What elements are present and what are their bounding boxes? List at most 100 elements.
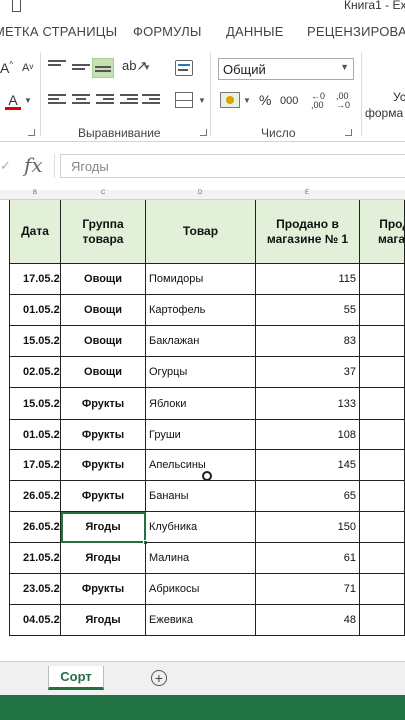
- decrease-font-icon[interactable]: Av: [22, 62, 33, 74]
- cell-date[interactable]: 26.05.25: [10, 481, 61, 512]
- align-top-icon[interactable]: [48, 60, 66, 74]
- cell-group[interactable]: Фрукты: [61, 450, 146, 481]
- cell-sold-store-1[interactable]: 65: [256, 481, 360, 512]
- wrap-text-icon[interactable]: [175, 60, 193, 76]
- merge-dropdown-icon[interactable]: ▼: [198, 96, 206, 105]
- header-date[interactable]: Дата: [10, 200, 61, 264]
- cell-date[interactable]: 17.05.25: [10, 264, 61, 295]
- cell-date[interactable]: 01.05.25: [10, 420, 61, 450]
- cell-date[interactable]: 01.05.25: [10, 295, 61, 326]
- cell-item[interactable]: Апельсины: [146, 450, 256, 481]
- cell-item[interactable]: Огурцы: [146, 357, 256, 388]
- cell-group[interactable]: Ягоды: [61, 512, 146, 543]
- alignment-dialog-launcher-icon[interactable]: [200, 129, 207, 136]
- font-color-icon[interactable]: A: [5, 92, 21, 110]
- cell-item[interactable]: Бананы: [146, 481, 256, 512]
- cell-item[interactable]: Малина: [146, 543, 256, 574]
- font-dialog-launcher-icon[interactable]: [28, 129, 35, 136]
- cell-item[interactable]: Клубника: [146, 512, 256, 543]
- column-a-cells[interactable]: [0, 200, 10, 636]
- cell-sold-store-2[interactable]: [360, 326, 405, 357]
- cell-item[interactable]: Помидоры: [146, 264, 256, 295]
- cell-item[interactable]: Баклажан: [146, 326, 256, 357]
- cell-item[interactable]: Яблоки: [146, 388, 256, 420]
- cell-date[interactable]: 21.05.25: [10, 543, 61, 574]
- conditional-format-label-2[interactable]: форма: [365, 106, 403, 120]
- cell-sold-store-2[interactable]: [360, 605, 405, 636]
- decrease-decimal-icon[interactable]: ,00 →0: [336, 92, 350, 110]
- cell-sold-store-1[interactable]: 37: [256, 357, 360, 388]
- cell-sold-store-1[interactable]: 55: [256, 295, 360, 326]
- cell-date[interactable]: 04.05.25: [10, 605, 61, 636]
- cell-item[interactable]: Ежевика: [146, 605, 256, 636]
- cell-sold-store-2[interactable]: [360, 481, 405, 512]
- cell-sold-store-2[interactable]: [360, 543, 405, 574]
- cell-sold-store-2[interactable]: [360, 264, 405, 295]
- cell-sold-store-1[interactable]: 61: [256, 543, 360, 574]
- cell-date[interactable]: 26.05.25: [10, 512, 61, 543]
- cell-sold-store-2[interactable]: [360, 388, 405, 420]
- align-middle-icon[interactable]: [72, 60, 90, 74]
- cell-item[interactable]: Картофель: [146, 295, 256, 326]
- cell-sold-store-2[interactable]: [360, 512, 405, 543]
- column-header-c[interactable]: C: [61, 190, 146, 200]
- conditional-format-label-1[interactable]: Усл: [393, 90, 405, 104]
- cell-sold-store-1[interactable]: 108: [256, 420, 360, 450]
- cell-group[interactable]: Фрукты: [61, 481, 146, 512]
- tab-data[interactable]: ДАННЫЕ: [226, 24, 284, 39]
- cell-sold-store-1[interactable]: 83: [256, 326, 360, 357]
- cell-sold-store-1[interactable]: 71: [256, 574, 360, 605]
- cell-sold-store-1[interactable]: 115: [256, 264, 360, 295]
- cell-sold-store-2[interactable]: [360, 357, 405, 388]
- accounting-dropdown-icon[interactable]: ▼: [243, 96, 251, 105]
- cell-date[interactable]: 17.05.25: [10, 450, 61, 481]
- increase-decimal-icon[interactable]: ←0,00: [311, 92, 325, 110]
- number-format-select[interactable]: Общий ▼: [218, 58, 354, 80]
- tab-page-layout[interactable]: МЕТКА СТРАНИЦЫ: [0, 24, 117, 39]
- cell-group[interactable]: Фрукты: [61, 574, 146, 605]
- cell-item[interactable]: Груши: [146, 420, 256, 450]
- header-sold-store-2[interactable]: Прод магаз: [360, 200, 405, 264]
- tab-review[interactable]: РЕЦЕНЗИРОВАН: [307, 24, 405, 39]
- increase-indent-icon[interactable]: [142, 94, 160, 108]
- comma-style-button[interactable]: 000: [280, 95, 298, 107]
- header-group[interactable]: Группа товара: [61, 200, 146, 264]
- cell-sold-store-1[interactable]: 133: [256, 388, 360, 420]
- column-header-b[interactable]: B: [10, 190, 61, 200]
- decrease-indent-icon[interactable]: [120, 94, 138, 108]
- cell-sold-store-2[interactable]: [360, 574, 405, 605]
- cell-date[interactable]: 15.05.25: [10, 326, 61, 357]
- align-right-icon[interactable]: [96, 94, 114, 108]
- merge-center-icon[interactable]: [175, 92, 193, 108]
- column-header-e[interactable]: E: [256, 190, 360, 200]
- sheet-tab-active[interactable]: Сорт: [48, 666, 104, 690]
- font-color-dropdown-icon[interactable]: ▼: [24, 96, 32, 105]
- header-sold-store-1[interactable]: Продано в магазине № 1: [256, 200, 360, 264]
- cell-group[interactable]: Ягоды: [61, 543, 146, 574]
- cell-group[interactable]: Овощи: [61, 357, 146, 388]
- cell-date[interactable]: 23.05.25: [10, 574, 61, 605]
- cell-group[interactable]: Овощи: [61, 295, 146, 326]
- cell-sold-store-2[interactable]: [360, 450, 405, 481]
- add-sheet-icon[interactable]: +: [151, 670, 167, 686]
- percent-style-button[interactable]: %: [259, 92, 271, 108]
- align-center-icon[interactable]: [72, 94, 90, 108]
- cell-group[interactable]: Овощи: [61, 326, 146, 357]
- cell-sold-store-1[interactable]: 150: [256, 512, 360, 543]
- increase-font-icon[interactable]: A^: [0, 60, 13, 76]
- column-header-d[interactable]: D: [146, 190, 256, 200]
- formula-input[interactable]: Ягоды: [60, 154, 405, 178]
- spreadsheet-grid[interactable]: Дата Группа товара Товар Продано в магаз…: [0, 200, 405, 636]
- column-header-f[interactable]: [360, 190, 405, 200]
- align-left-icon[interactable]: [48, 94, 66, 108]
- cell-sold-store-1[interactable]: 145: [256, 450, 360, 481]
- cell-group[interactable]: Фрукты: [61, 388, 146, 420]
- align-bottom-icon[interactable]: [92, 58, 114, 78]
- cell-sold-store-1[interactable]: 48: [256, 605, 360, 636]
- cell-item[interactable]: Абрикосы: [146, 574, 256, 605]
- cell-group[interactable]: Фрукты: [61, 420, 146, 450]
- accounting-format-icon[interactable]: [220, 92, 240, 108]
- cell-group[interactable]: Ягоды: [61, 605, 146, 636]
- cell-group[interactable]: Овощи: [61, 264, 146, 295]
- cell-sold-store-2[interactable]: [360, 420, 405, 450]
